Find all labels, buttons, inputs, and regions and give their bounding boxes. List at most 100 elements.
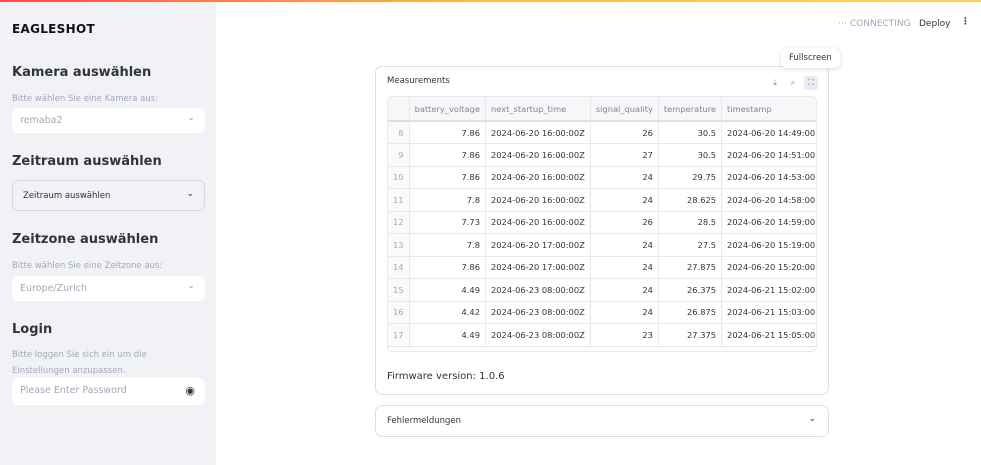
- column-header[interactable]: timestamp: [721, 97, 816, 122]
- table-cell[interactable]: 2024-06-21 15:02:00: [721, 278, 816, 302]
- table-cell[interactable]: 27.375: [658, 323, 723, 347]
- table-cell[interactable]: 24: [590, 188, 659, 212]
- chevron-down-icon: ⌄: [186, 189, 194, 199]
- camera-heading: Kamera auswählen: [12, 65, 152, 80]
- table-cell[interactable]: 27.875: [658, 256, 723, 279]
- table-cell[interactable]: 30.5: [658, 143, 723, 167]
- measurements-table[interactable]: battery_voltage next_startup_time signal_q…: [387, 96, 817, 352]
- chevron-down-icon: ⌄: [187, 281, 195, 291]
- table-cell[interactable]: 28.5: [658, 211, 723, 234]
- column-header[interactable]: temperature: [658, 97, 723, 122]
- column-header[interactable]: battery_voltage: [409, 97, 487, 122]
- table-cell[interactable]: 2024-06-20 15:19:00: [721, 233, 816, 257]
- table-cell[interactable]: 23: [590, 323, 659, 347]
- table-cell[interactable]: 24: [590, 278, 659, 302]
- table-cell[interactable]: 2024-06-20 14:49:00: [721, 121, 816, 144]
- column-header[interactable]: signal_quality: [590, 97, 659, 122]
- table-cell[interactable]: 26: [590, 121, 659, 144]
- table-cell[interactable]: 2024-06-20 14:59:00: [721, 211, 816, 234]
- period-select[interactable]: Zeitraum auswählen ⌄: [12, 180, 205, 211]
- table-cell[interactable]: 2024-06-20 17:00:00Z: [485, 233, 591, 257]
- deploy-button[interactable]: Deploy: [919, 19, 951, 29]
- period-heading: Zeitraum auswählen: [12, 154, 162, 169]
- timezone-label: Bitte wählen Sie eine Zeitzone aus:: [12, 261, 163, 271]
- table-cell[interactable]: 2024-06-20 16:00:00Z: [485, 121, 591, 144]
- table-cell[interactable]: 4.49: [409, 278, 487, 302]
- table-cell[interactable]: 4.49: [409, 323, 487, 347]
- search-icon[interactable]: ⌕: [786, 76, 800, 90]
- column-header[interactable]: [388, 97, 410, 122]
- period-value: Zeitraum auswählen: [23, 191, 111, 201]
- table-cell[interactable]: 24: [590, 233, 659, 257]
- fullscreen-icon[interactable]: ⛶: [804, 76, 818, 90]
- table-cell[interactable]: 7.86: [409, 121, 487, 144]
- table-cell[interactable]: 7.73: [409, 211, 487, 234]
- firmware-version: Firmware version: 1.0.6: [387, 371, 505, 382]
- table-cell[interactable]: 30.5: [658, 121, 723, 144]
- camera-select[interactable]: remaba2 ⌄: [12, 108, 205, 133]
- table-cell[interactable]: 29.75: [658, 166, 723, 189]
- column-header[interactable]: next_startup_time: [485, 97, 591, 122]
- table-cell[interactable]: 7.8: [409, 233, 487, 257]
- table-cell[interactable]: 2024-06-20 16:00:00Z: [485, 143, 591, 167]
- table-cell[interactable]: 10: [388, 166, 410, 189]
- table-cell[interactable]: 2024-06-20 16:00:00Z: [485, 188, 591, 212]
- error-expander[interactable]: Fehlermeldungen ⌄: [375, 405, 829, 437]
- connection-status: ⋯ CONNECTING: [838, 19, 911, 29]
- table-row: 8 7.86 2024-06-20 16:00:00Z 26 30.5 2024-06-2…: [388, 121, 816, 144]
- table-cell[interactable]: 12: [388, 211, 410, 234]
- table-cell[interactable]: 8: [388, 121, 410, 144]
- table-cell[interactable]: 28.625: [658, 188, 723, 212]
- table-cell[interactable]: 7.86: [409, 143, 487, 167]
- table-cell[interactable]: 26: [590, 211, 659, 234]
- table-cell[interactable]: 26.375: [658, 278, 723, 302]
- table-cell[interactable]: 27: [590, 143, 659, 167]
- table-cell[interactable]: 15: [388, 278, 410, 302]
- password-input[interactable]: Please Enter Password ◉: [12, 378, 205, 405]
- camera-label: Bitte wählen Sie eine Kamera aus:: [12, 94, 159, 104]
- table-cell[interactable]: 2024-06-20 14:58:00: [721, 188, 816, 212]
- table-cell[interactable]: 2024-06-20 14:53:00: [721, 166, 816, 189]
- table-cell[interactable]: 24: [590, 301, 659, 324]
- table-cell[interactable]: 2024-06-20 17:00:00Z: [485, 256, 591, 279]
- timezone-select[interactable]: Europe/Zurich ⌄: [12, 276, 205, 301]
- camera-value: remaba2: [20, 115, 63, 126]
- more-menu-icon[interactable]: ⋮: [961, 17, 970, 27]
- table-row: 15 4.49 2024-06-23 08:00:00Z 24 26.375 2024-0…: [388, 278, 816, 302]
- eye-icon[interactable]: ◉: [185, 384, 195, 397]
- table-cell[interactable]: 2024-06-20 16:00:00Z: [485, 166, 591, 189]
- table-row: 11 7.8 2024-06-20 16:00:00Z 24 28.625 2024-06…: [388, 188, 816, 212]
- table-cell[interactable]: 14: [388, 256, 410, 279]
- card-title: Measurements: [387, 76, 450, 86]
- table-cell[interactable]: 24: [590, 256, 659, 279]
- table-cell[interactable]: 26.875: [658, 301, 723, 324]
- table-row: 10 7.86 2024-06-20 16:00:00Z 24 29.75 2024-06…: [388, 166, 816, 189]
- table-cell[interactable]: 2024-06-20 14:51:00: [721, 143, 816, 167]
- table-row: 14 7.86 2024-06-20 17:00:00Z 24 27.875 2024-0…: [388, 256, 816, 279]
- login-label: Bitte loggen Sie sich ein um die Einstel…: [12, 350, 147, 376]
- table-cell[interactable]: 16: [388, 301, 410, 324]
- table-cell[interactable]: 11: [388, 188, 410, 212]
- table-cell[interactable]: 7.8: [409, 188, 487, 212]
- table-cell[interactable]: 2024-06-20 15:20:00: [721, 256, 816, 279]
- table-cell[interactable]: 17: [388, 323, 410, 347]
- table-cell[interactable]: 2024-06-23 08:00:00Z: [485, 323, 591, 347]
- table-cell[interactable]: 2024-06-21 15:03:00: [721, 301, 816, 324]
- download-icon[interactable]: ⤓: [768, 76, 782, 90]
- table-cell[interactable]: 2024-06-23 08:00:00Z: [485, 301, 591, 324]
- table-row: 13 7.8 2024-06-20 17:00:00Z 24 27.5 2024-06-2…: [388, 233, 816, 257]
- table-cell[interactable]: 9: [388, 143, 410, 167]
- table-row: 17 4.49 2024-06-23 08:00:00Z 23 27.375 2024-0…: [388, 323, 816, 347]
- table-cell[interactable]: 24: [590, 166, 659, 189]
- table-cell[interactable]: 2024-06-23 08:00:00Z: [485, 278, 591, 302]
- table-cell[interactable]: 2024-06-20 16:00:00Z: [485, 211, 591, 234]
- table-cell[interactable]: 13: [388, 233, 410, 257]
- timezone-heading: Zeitzone auswählen: [12, 232, 159, 247]
- table-cell[interactable]: 2024-06-21 15:05:00: [721, 323, 816, 347]
- table-cell[interactable]: 7.86: [409, 256, 487, 279]
- table-cell[interactable]: 4.42: [409, 301, 487, 324]
- table-cell[interactable]: 27.5: [658, 233, 723, 257]
- table-row: 16 4.42 2024-06-23 08:00:00Z 24 26.875 2024-0…: [388, 301, 816, 324]
- expander-label: Fehlermeldungen: [387, 416, 462, 426]
- table-cell[interactable]: 7.86: [409, 166, 487, 189]
